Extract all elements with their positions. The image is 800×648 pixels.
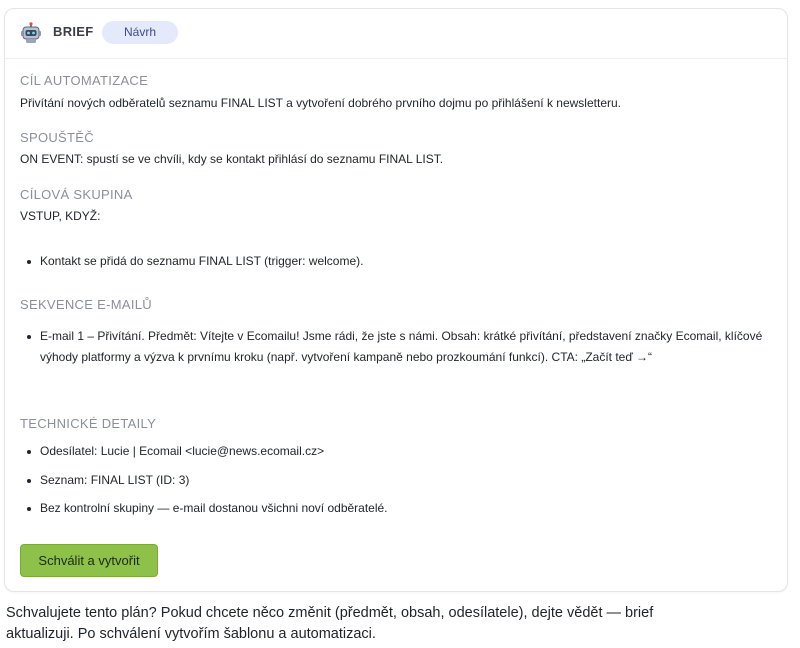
goal-section-title: CÍL AUTOMATIZACE	[20, 73, 149, 88]
brief-title: BRIEF	[53, 24, 94, 39]
bullet-dot	[27, 479, 31, 483]
technical-item-sender: Odesílatel: Lucie | Ecomail <lucie@news.…	[40, 444, 325, 458]
technical-item-control: Bez kontrolní skupiny — e-mail dostanou …	[40, 501, 388, 515]
bullet-dot	[27, 335, 31, 339]
brief-header: BRIEF Návrh	[5, 9, 787, 59]
email-item: E-mail 1 – Přivítání. Předmět: Vítejte v…	[40, 329, 763, 364]
audience-section-title: CÍLOVÁ SKUPINA	[20, 187, 133, 202]
assistant-message: Schvalujete tento plán? Pokud chcete něc…	[6, 605, 654, 642]
trigger-section-title: SPOUŠTĚČ	[20, 130, 94, 145]
audience-text: VSTUP, KDYŽ:	[20, 209, 101, 223]
status-badge: Návrh	[102, 21, 178, 44]
robot-icon	[21, 22, 41, 43]
technical-section-title: TECHNICKÉ DETAILY	[20, 416, 157, 431]
goal-text: Přivítání nových odběratelů seznamu FINA…	[20, 96, 621, 110]
trigger-text: ON EVENT: spustí se ve chvíli, kdy se ko…	[20, 152, 444, 166]
bullet-dot	[27, 507, 31, 511]
bullet-dot	[27, 260, 31, 264]
technical-item-list: Seznam: FINAL LIST (ID: 3)	[40, 473, 190, 487]
brief-card: BRIEF Návrh CÍL AUTOMATIZACE Přivítání n…	[4, 8, 788, 592]
bullet-dot	[27, 450, 31, 454]
approve-button[interactable]: Schválit a vytvořit	[20, 544, 158, 577]
emails-section-title: SEKVENCE E-MAILŮ	[20, 297, 152, 312]
audience-item: Kontakt se přidá do seznamu FINAL LIST (…	[40, 254, 364, 268]
